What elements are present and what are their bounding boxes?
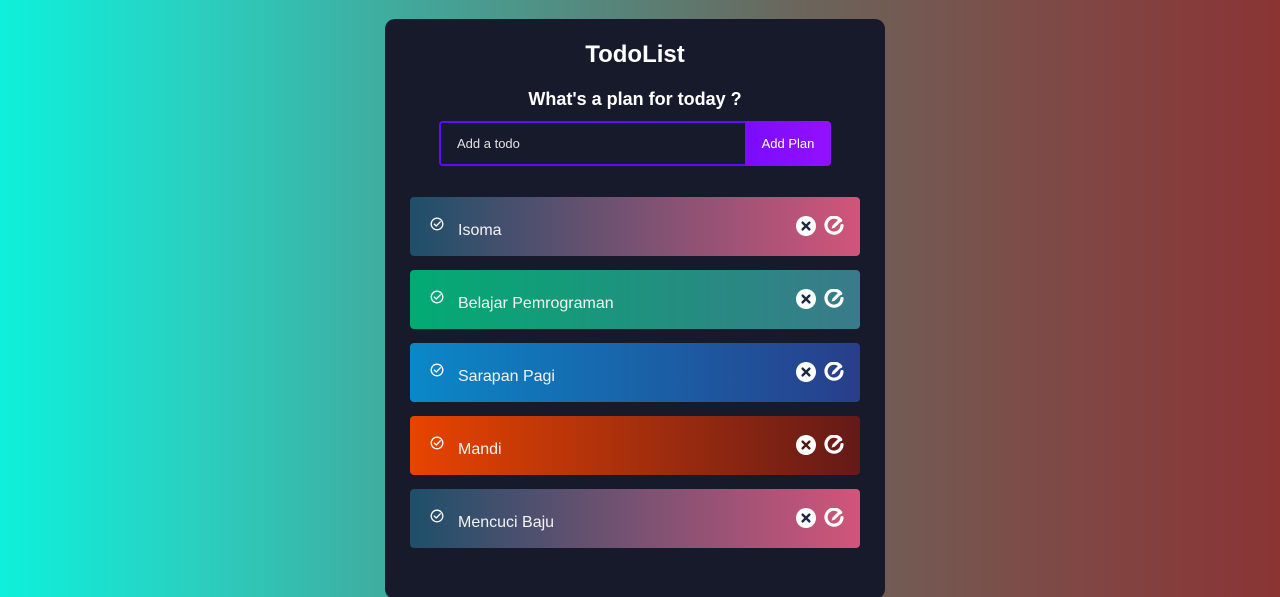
- todo-actions: [796, 362, 844, 382]
- todo-input[interactable]: [439, 121, 745, 166]
- close-circle-icon[interactable]: [796, 435, 816, 455]
- close-circle-icon[interactable]: [796, 289, 816, 309]
- todo-item: Mencuci Baju: [410, 489, 860, 548]
- edit-icon[interactable]: [824, 362, 844, 382]
- todo-form: Add Plan: [439, 121, 831, 166]
- edit-icon[interactable]: [824, 216, 844, 236]
- todo-actions: [796, 435, 844, 455]
- edit-icon[interactable]: [824, 289, 844, 309]
- edit-icon[interactable]: [824, 508, 844, 528]
- todo-item: Isoma: [410, 197, 860, 256]
- todo-list: Isoma Belajar Pemrograman Sarapan Pagi M…: [410, 197, 860, 562]
- todo-item: Mandi: [410, 416, 860, 475]
- todo-actions: [796, 508, 844, 528]
- todo-actions: [796, 216, 844, 236]
- edit-icon[interactable]: [824, 435, 844, 455]
- close-circle-icon[interactable]: [796, 508, 816, 528]
- todo-item: Sarapan Pagi: [410, 343, 860, 402]
- todo-app: TodoList What's a plan for today ? Add P…: [385, 19, 885, 597]
- app-title: TodoList: [585, 41, 685, 68]
- todo-text[interactable]: Isoma: [458, 221, 502, 241]
- close-circle-icon[interactable]: [796, 362, 816, 382]
- add-plan-button[interactable]: Add Plan: [745, 121, 831, 166]
- todo-actions: [796, 289, 844, 309]
- todo-item: Belajar Pemrograman: [410, 270, 860, 329]
- todo-text[interactable]: Mandi: [458, 440, 502, 460]
- todo-text[interactable]: Mencuci Baju: [458, 513, 554, 533]
- app-subtitle: What's a plan for today ?: [528, 89, 742, 109]
- todo-text[interactable]: Sarapan Pagi: [458, 367, 555, 387]
- close-circle-icon[interactable]: [796, 216, 816, 236]
- todo-text[interactable]: Belajar Pemrograman: [458, 294, 614, 314]
